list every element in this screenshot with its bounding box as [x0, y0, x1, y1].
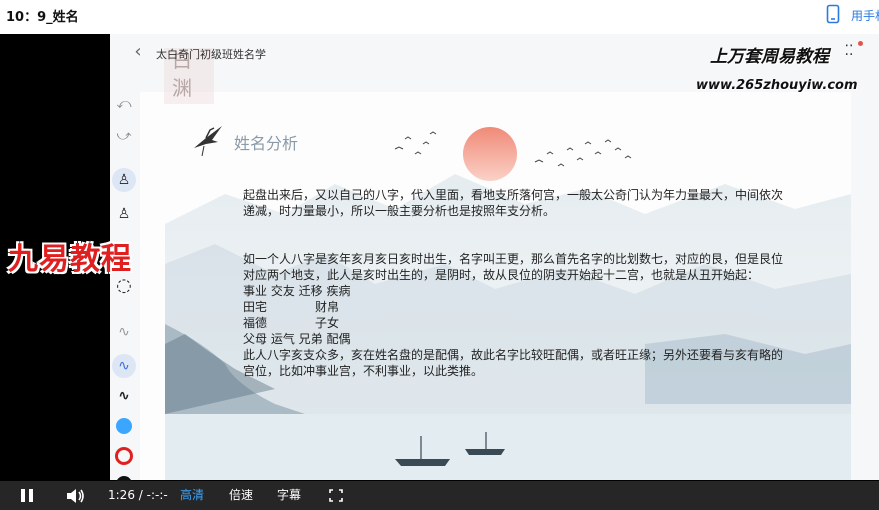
slide-header: ‹ 白 渊 太白奇门初级班姓名学 上万套周易教程 www.265zhouyiw.…: [110, 34, 879, 104]
notification-dot: [858, 41, 863, 46]
palace-row: 福德 子女: [243, 316, 340, 330]
quality-button[interactable]: 高清: [180, 481, 204, 510]
subtitle-button[interactable]: 字幕: [277, 481, 301, 510]
pen-tool-icon[interactable]: ♙: [112, 168, 136, 192]
section-title: 姓名分析: [234, 134, 299, 153]
drawing-toolbar: ⤺ ⤻ ♙ ♙ ◌ ∿ ∿ ∿: [110, 84, 138, 492]
palace-row: 事业 交友 迁移 疾病: [243, 284, 351, 298]
speed-button[interactable]: 倍速: [229, 481, 253, 510]
more-options-icon[interactable]: ⁚⁚: [838, 40, 860, 62]
medium-stroke-icon[interactable]: ∿: [112, 354, 136, 378]
palace-row: 田宅 财帛: [243, 300, 340, 314]
top-bar: 10：9_姓名 用手机: [0, 0, 879, 30]
palace-row: 父母 运气 兄弟 配偶: [243, 332, 351, 346]
thick-stroke-icon[interactable]: ∿: [112, 384, 136, 408]
time-display: 1:26 / -:-:-: [108, 488, 168, 502]
paragraph: 起盘出来后，又以自己的八字，代入里面，看地支所落何宫，一般太公奇门认为年力量最大…: [243, 188, 784, 218]
sun-illustration: [463, 127, 517, 181]
slide-body: 起盘出来后，又以自己的八字，代入里面，看地支所落何宫，一般太公奇门认为年力量最大…: [243, 187, 783, 379]
slide-frame: ‹ 白 渊 太白奇门初级班姓名学 上万套周易教程 www.265zhouyiw.…: [110, 34, 879, 480]
crane-icon: [194, 126, 222, 157]
open-on-phone-link[interactable]: 用手机: [851, 7, 879, 24]
phone-icon[interactable]: [826, 4, 840, 24]
seal-char-2: 渊: [172, 76, 192, 100]
pause-icon[interactable]: [20, 489, 34, 502]
red-color-swatch[interactable]: [112, 444, 136, 468]
paragraph: 此人八字亥支众多，亥在姓名盘的是配偶，故此名字比较旺配偶，或者旺正缘；另外还要看…: [243, 348, 784, 378]
watermark-text: 上万套周易教程: [710, 47, 829, 67]
playback-controls: 1:26 / -:-:- 高清 倍速 字幕: [0, 481, 879, 510]
thin-stroke-icon[interactable]: ∿: [112, 320, 136, 344]
watermark-url: www.265zhouyiw.com: [696, 78, 858, 93]
marker-tool-icon[interactable]: ♙: [112, 202, 136, 226]
page-title: 10：9_姓名: [6, 10, 79, 25]
brand-overlay: 九易教程: [8, 242, 132, 277]
volume-icon[interactable]: [66, 488, 86, 504]
paragraph: 如一个人八字是亥年亥月亥日亥时出生，名字叫王更，那么首先名字的比划数七，对应的艮…: [243, 252, 784, 282]
lesson-title: 太白奇门初级班姓名学: [156, 48, 266, 61]
undo-icon[interactable]: ⤺: [112, 92, 136, 116]
redo-icon[interactable]: ⤻: [112, 124, 136, 148]
blue-color-swatch[interactable]: [112, 414, 136, 438]
back-arrow-icon[interactable]: ‹: [128, 42, 148, 62]
fullscreen-icon[interactable]: [329, 489, 343, 502]
video-player[interactable]: ‹ 白 渊 太白奇门初级班姓名学 上万套周易教程 www.265zhouyiw.…: [0, 34, 879, 510]
